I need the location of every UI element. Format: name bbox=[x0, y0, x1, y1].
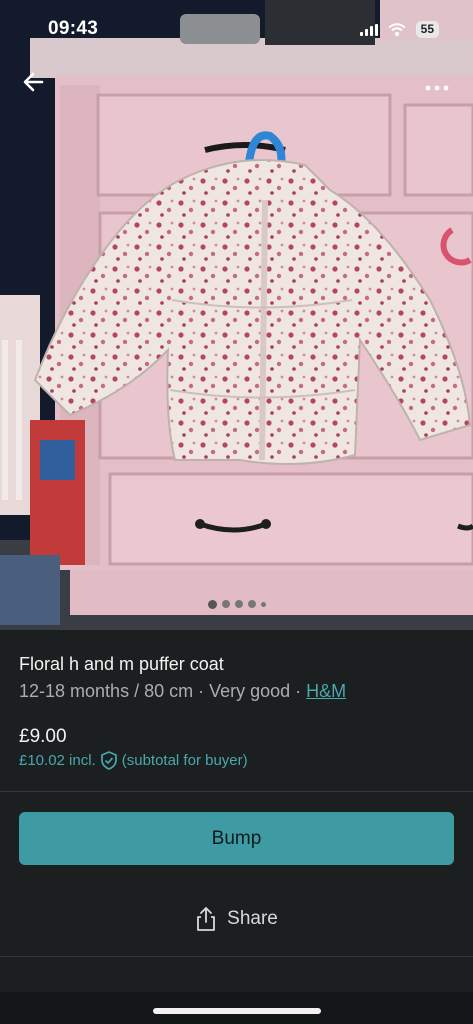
share-button[interactable]: Share bbox=[0, 906, 473, 932]
share-icon bbox=[197, 907, 216, 931]
signal-icon bbox=[359, 23, 378, 36]
page-dot[interactable] bbox=[260, 601, 266, 607]
listing-meta: 12-18 months / 80 cm · Very good · H&M bbox=[19, 681, 346, 702]
total-price: £10.02 incl. bbox=[19, 752, 96, 769]
page-dot[interactable] bbox=[234, 600, 243, 608]
photo-pagination bbox=[0, 599, 473, 609]
battery-level: 55 bbox=[415, 21, 439, 38]
wifi-icon bbox=[388, 23, 406, 36]
bump-button[interactable]: Bump bbox=[19, 812, 454, 865]
bump-label: Bump bbox=[211, 827, 262, 849]
page-dot[interactable] bbox=[247, 600, 256, 608]
status-time: 09:43 bbox=[48, 18, 99, 39]
status-icons: 55 bbox=[359, 21, 439, 38]
listing-details: Floral h and m puffer coat 12-18 months … bbox=[0, 630, 473, 1024]
buyer-total[interactable]: £10.02 incl. (subtotal for buyer) bbox=[19, 751, 248, 770]
divider bbox=[0, 956, 473, 957]
back-button[interactable] bbox=[20, 68, 48, 96]
more-icon bbox=[425, 85, 449, 91]
share-label: Share bbox=[227, 908, 278, 929]
total-note: (subtotal for buyer) bbox=[121, 752, 248, 769]
size-condition: 12-18 months / 80 cm · Very good · bbox=[19, 681, 307, 701]
divider bbox=[0, 791, 473, 792]
status-bar: 09:43 55 bbox=[0, 0, 473, 56]
brand-link[interactable]: H&M bbox=[306, 681, 346, 701]
home-indicator[interactable] bbox=[153, 1008, 321, 1014]
page-dot[interactable] bbox=[221, 600, 230, 608]
more-options-button[interactable] bbox=[423, 68, 453, 96]
back-arrow-icon bbox=[23, 72, 44, 92]
listing-price: £9.00 bbox=[19, 726, 67, 747]
listing-title: Floral h and m puffer coat bbox=[19, 654, 224, 674]
top-bar bbox=[0, 64, 473, 100]
page-dot-active[interactable] bbox=[207, 599, 217, 609]
shield-check-icon bbox=[100, 751, 117, 770]
